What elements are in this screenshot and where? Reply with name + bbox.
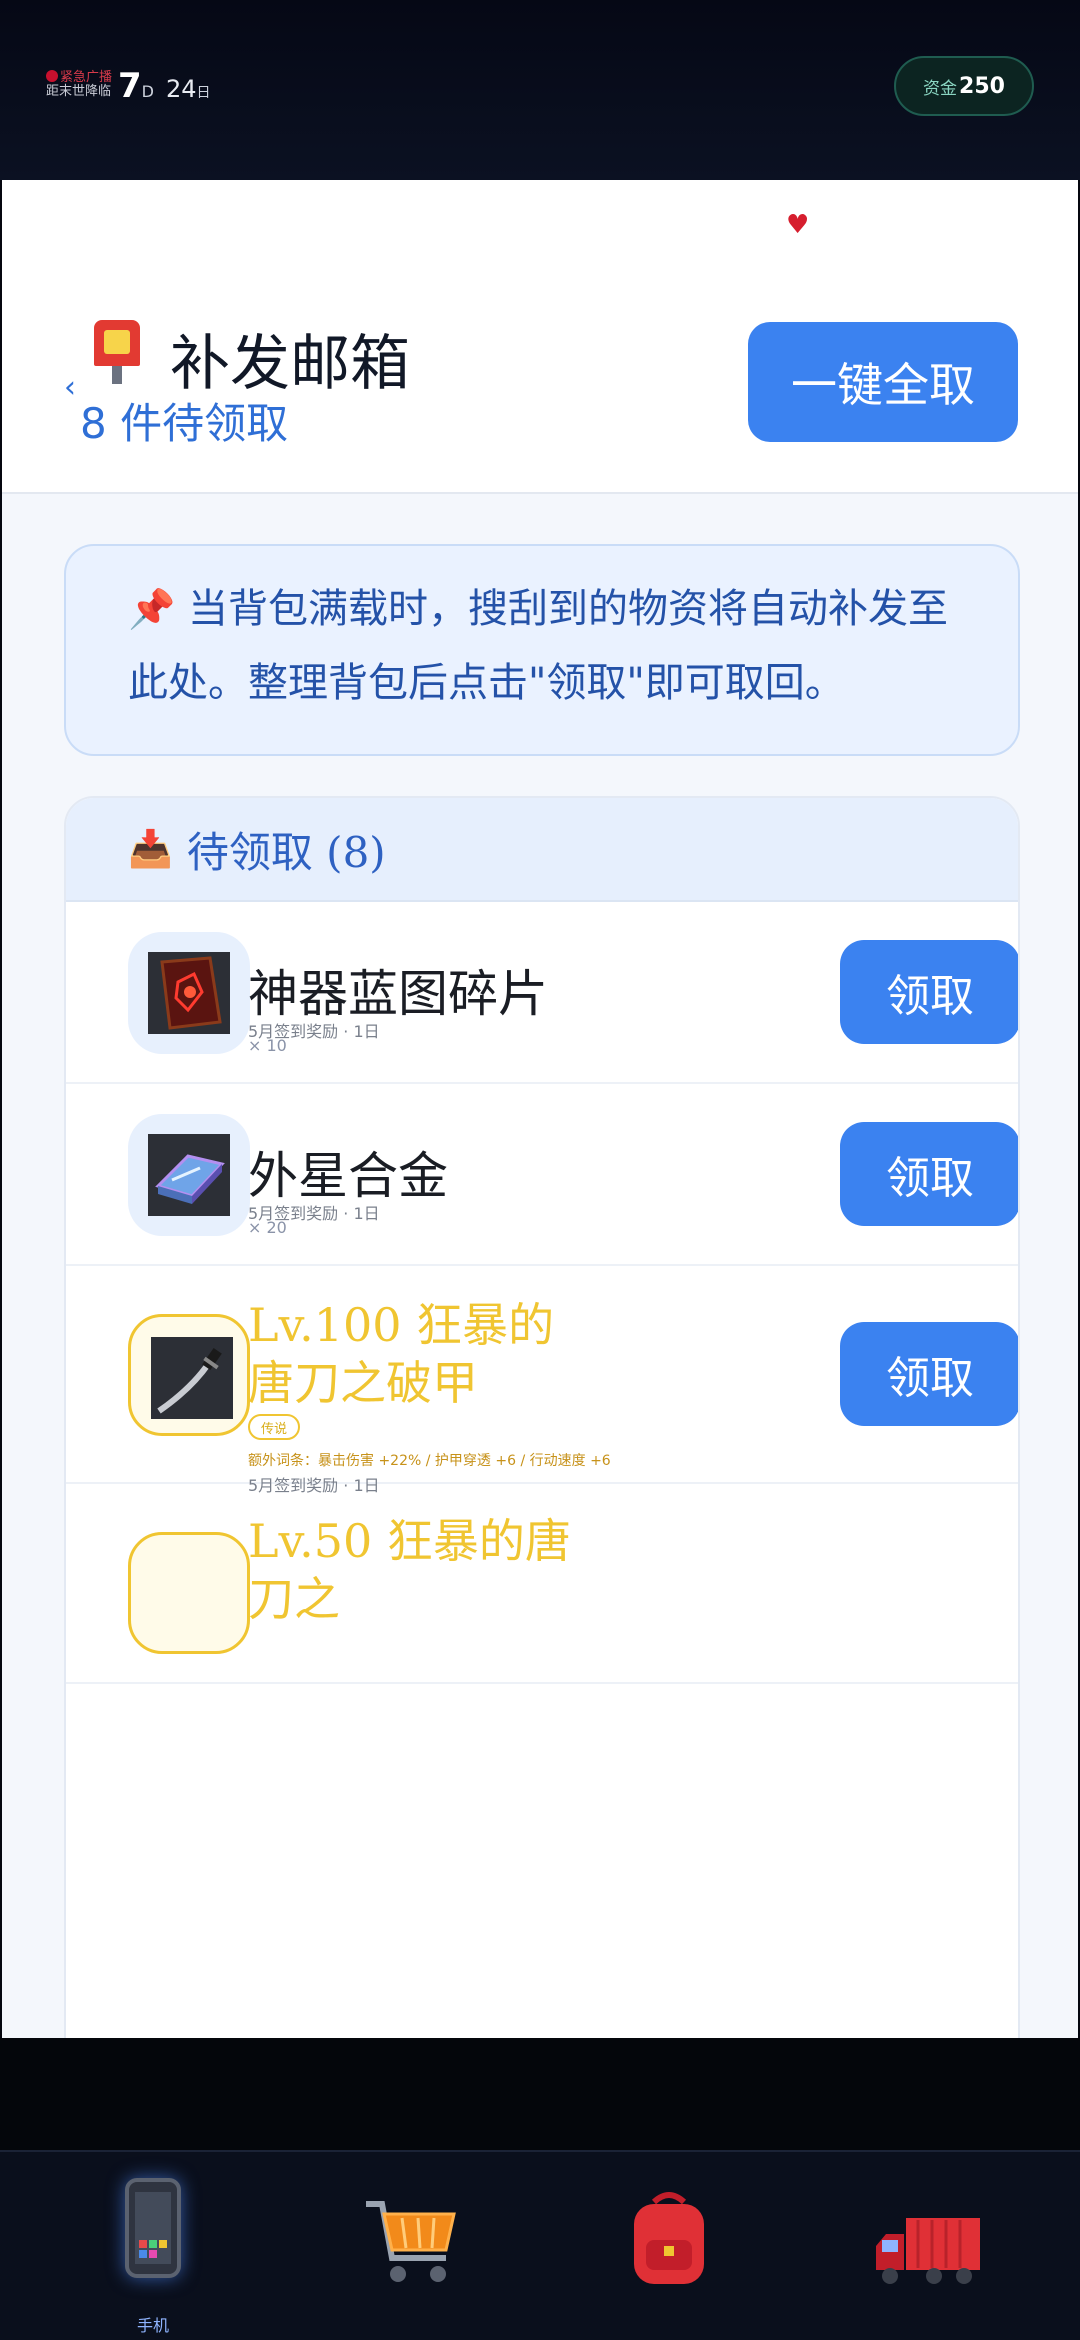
dock-phone-label: 手机 — [136, 2316, 169, 2335]
list-item: 外星合金 5月签到奖励 · 1日 × 20 领取 — [66, 1084, 1018, 1266]
item-thumbnail — [128, 1114, 250, 1236]
funds-value: 250 — [959, 73, 1005, 99]
item-name: Lv.50 狂暴的唐刀之 — [248, 1514, 571, 1626]
claim-button[interactable]: 领取 — [840, 1122, 1018, 1226]
blueprint-fragment-icon — [148, 952, 230, 1034]
dock-phone[interactable]: 手机 — [98, 2172, 208, 2335]
list-header: 📥 待领取 (8) — [66, 798, 1018, 902]
list-item: Lv.100 狂暴的唐刀之破甲 传说 额外词条：暴击伤害 +22% / 护甲穿透… — [66, 1266, 1018, 1495]
day-value: 7 — [118, 66, 142, 106]
phone-icon — [125, 2178, 181, 2278]
truck-icon — [876, 2218, 980, 2284]
claim-all-button[interactable]: 一键全取 — [748, 322, 1018, 442]
inbox-tray-icon: 📥 — [128, 829, 173, 870]
screen-gap — [0, 2038, 1080, 2150]
item-name: 神器蓝图碎片 — [248, 965, 548, 1023]
list-item: Lv.50 狂暴的唐刀之 — [66, 1484, 1018, 1684]
shopping-cart-icon — [366, 2201, 456, 2282]
mail-screen: ♥ ‹ 补发邮箱 8 件待领取 一键全取 📌 当背包满载时，搜刮到的物资将自动补… — [2, 180, 1078, 2038]
list-item: 神器蓝图碎片 5月签到奖励 · 1日 × 10 领取 — [66, 902, 1018, 1084]
broadcast-dot-icon — [46, 70, 58, 82]
back-chevron-icon[interactable]: ‹ — [64, 370, 76, 405]
broadcast-title: 紧急广播 — [60, 70, 113, 85]
claim-button[interactable]: 领取 — [840, 940, 1018, 1044]
list-heading: 待领取 (8) — [186, 827, 386, 877]
heart-icon: ♥ — [786, 210, 810, 240]
funds-badge[interactable]: 资金 250 — [894, 56, 1034, 116]
emergency-broadcast[interactable]: 紧急广播 距末世降临 — [46, 70, 116, 104]
item-name: 外星合金 — [248, 1147, 448, 1205]
item-thumbnail — [128, 1532, 250, 1654]
countdown: 7D 24日 — [118, 66, 211, 106]
funds-label: 资金 — [923, 78, 958, 99]
backpack-icon — [634, 2192, 704, 2284]
dock-backpack[interactable] — [614, 2172, 724, 2322]
mailbox-icon — [88, 320, 146, 384]
tang-sword-icon — [151, 1337, 233, 1419]
claim-button[interactable]: 领取 — [840, 1322, 1018, 1426]
alien-alloy-icon — [148, 1134, 230, 1216]
notice-text: 当背包满载时，搜刮到的物资将自动补发至此处。整理背包后点击"领取"即可取回。 — [128, 586, 949, 706]
status-bar: 紧急广播 距末世降临 7D 24日 资金 250 — [0, 0, 1080, 180]
page-title: 补发邮箱 — [170, 329, 410, 399]
hour-unit: 日 — [196, 85, 211, 101]
broadcast-subtitle: 距末世降临 — [46, 84, 112, 99]
notice-banner: 📌 当背包满载时，搜刮到的物资将自动补发至此处。整理背包后点击"领取"即可取回。 — [64, 544, 1020, 756]
hour-value: 24 — [166, 75, 197, 103]
pin-icon: 📌 — [128, 587, 176, 631]
dock-transport[interactable] — [872, 2172, 982, 2322]
pending-list: 📥 待领取 (8) 神器蓝图碎片 5月签到奖励 · 1日 × 10 领取 外星合… — [64, 796, 1020, 2038]
rarity-badge: 传说 — [248, 1414, 300, 1440]
dock-shop[interactable] — [356, 2172, 466, 2322]
item-thumbnail — [128, 1314, 250, 1436]
item-name: Lv.100 狂暴的唐刀之破甲 — [248, 1298, 555, 1410]
mail-header: ♥ ‹ 补发邮箱 8 件待领取 一键全取 — [2, 180, 1078, 494]
item-quantity: × 20 — [248, 1218, 287, 1237]
item-thumbnail — [128, 932, 250, 1054]
day-unit: D — [141, 82, 154, 101]
item-quantity: × 10 — [248, 1036, 287, 1055]
pending-count: 8 件待领取 — [80, 399, 289, 448]
item-affixes: 额外词条：暴击伤害 +22% / 护甲穿透 +6 / 行动速度 +6 — [248, 1453, 611, 1469]
bottom-dock: 手机 — [0, 2150, 1080, 2340]
